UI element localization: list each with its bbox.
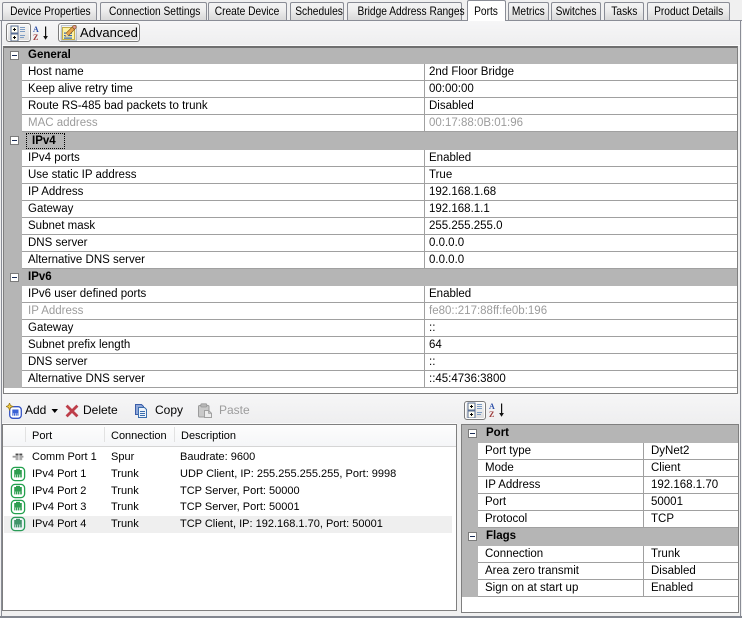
svg-text:Z: Z <box>33 33 38 41</box>
svg-text:Z: Z <box>489 410 494 418</box>
